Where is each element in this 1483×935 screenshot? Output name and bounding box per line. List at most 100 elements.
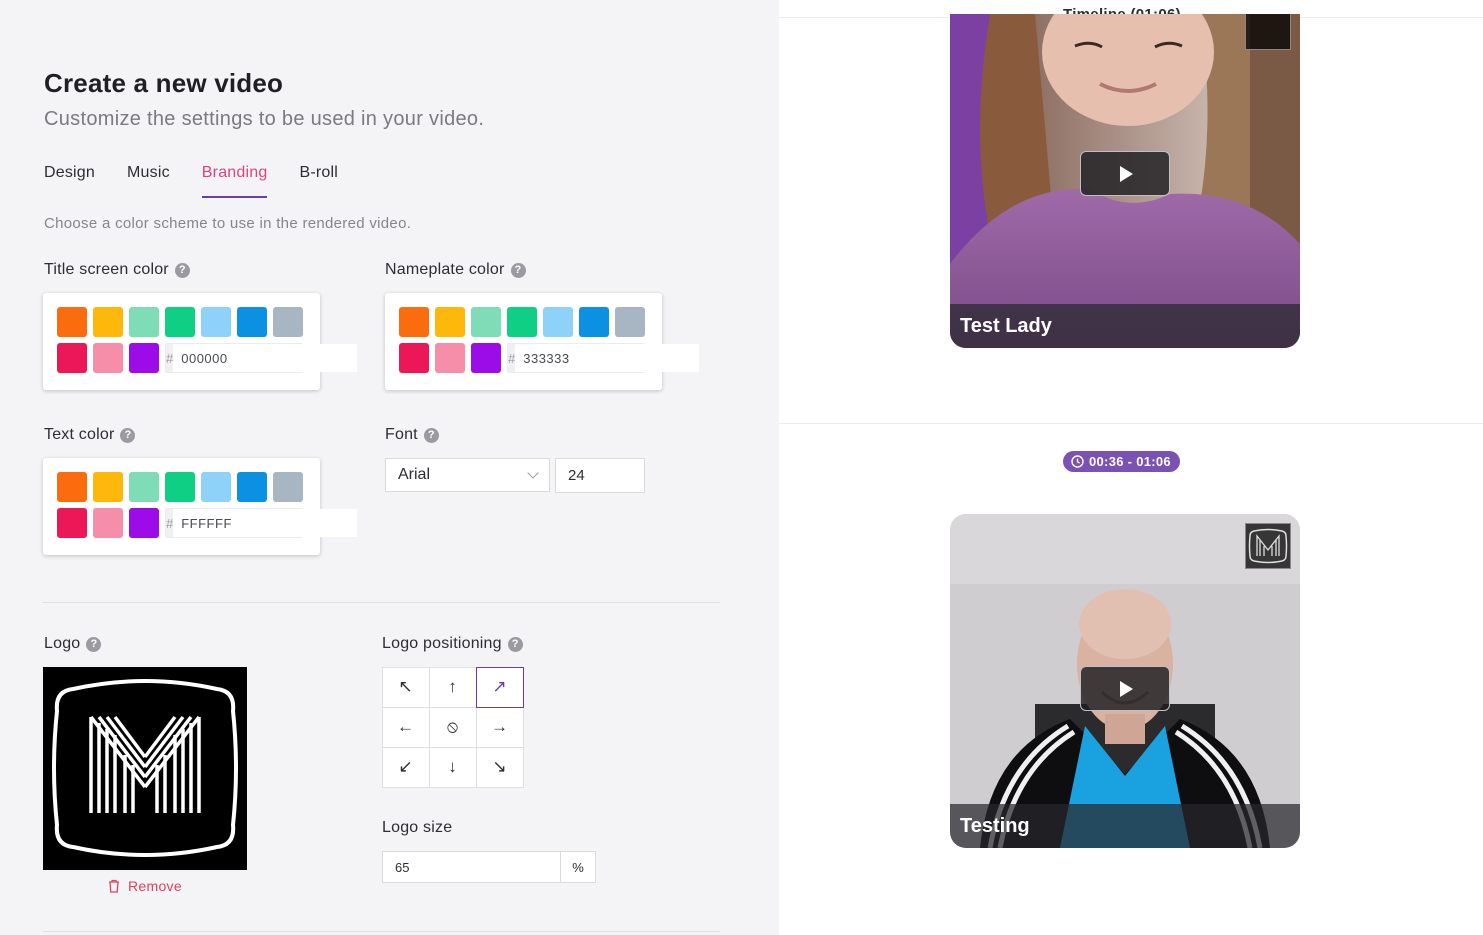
logo-positioning-label-text: Logo positioning <box>382 635 502 652</box>
color-swatch[interactable] <box>435 343 465 373</box>
help-icon[interactable]: ? <box>507 636 523 652</box>
position-top-right-button[interactable]: ↗ <box>475 666 524 708</box>
position-bottom-left-button[interactable]: ↙ <box>381 746 430 788</box>
clip-card[interactable]: Test Lady <box>950 14 1300 348</box>
clip-nameplate: Testing <box>950 804 1300 848</box>
title-screen-color-label-text: Title screen color <box>44 261 169 278</box>
page-subtitle: Customize the settings to be used in you… <box>44 108 485 130</box>
position-top-left-button[interactable]: ↖ <box>381 666 430 708</box>
color-swatch[interactable] <box>129 307 159 337</box>
color-swatch[interactable] <box>237 307 267 337</box>
section-divider <box>43 602 720 603</box>
tab-branding[interactable]: Branding <box>201 160 268 198</box>
hex-color-field: # <box>507 343 700 373</box>
logo-position-grid: ↖ ↑ ↗ ← ⦸ → ↙ ↓ ↘ <box>381 666 524 788</box>
color-swatch[interactable] <box>165 307 195 337</box>
swatch-row: # <box>57 343 358 373</box>
clock-icon <box>1071 455 1084 468</box>
font-family-select[interactable]: Arial <box>385 458 550 492</box>
hash-prefix: # <box>508 344 516 372</box>
tab-music[interactable]: Music <box>127 160 170 198</box>
color-swatch[interactable] <box>471 343 501 373</box>
tab-design[interactable]: Design <box>44 160 95 198</box>
color-swatch[interactable] <box>399 343 429 373</box>
hex-color-input[interactable] <box>173 344 358 372</box>
play-button[interactable] <box>1080 151 1170 196</box>
clip-card[interactable]: Testing <box>950 514 1300 848</box>
timeline-panel: Timeline (01:06) <box>779 0 1483 935</box>
text-color-picker: # <box>43 458 358 555</box>
color-swatch[interactable] <box>129 472 159 502</box>
color-swatch[interactable] <box>273 307 303 337</box>
color-swatch[interactable] <box>129 508 159 538</box>
nameplate-color-picker: # <box>385 293 700 390</box>
clip-nameplate: Test Lady <box>950 304 1300 348</box>
color-swatch[interactable] <box>93 472 123 502</box>
position-right-button[interactable]: → <box>475 706 524 748</box>
position-top-button[interactable]: ↑ <box>428 666 477 708</box>
settings-panel: Create a new video Customize the setting… <box>0 0 779 935</box>
logo-label-text: Logo <box>44 635 81 652</box>
color-swatch[interactable] <box>93 343 123 373</box>
clip-time-range: 00:36 - 01:06 <box>1089 454 1171 469</box>
logo-watermark <box>1245 523 1291 569</box>
hash-prefix: # <box>166 509 174 537</box>
title-screen-color-label: Title screen color ? <box>44 261 190 279</box>
font-label-text: Font <box>385 426 418 443</box>
color-swatch[interactable] <box>57 343 87 373</box>
color-swatch[interactable] <box>57 472 87 502</box>
color-swatch[interactable] <box>579 307 609 337</box>
remove-logo-button[interactable]: Remove <box>108 878 182 894</box>
swatch-row <box>57 472 306 502</box>
section-divider <box>43 931 720 932</box>
color-swatch[interactable] <box>129 343 159 373</box>
text-color-label: Text color ? <box>44 426 136 444</box>
help-icon[interactable]: ? <box>510 262 526 278</box>
text-color-label-text: Text color <box>44 426 115 443</box>
color-swatch[interactable] <box>435 307 465 337</box>
color-swatch[interactable] <box>201 472 231 502</box>
logo-size-label: Logo size <box>382 819 452 837</box>
color-swatch[interactable] <box>93 307 123 337</box>
help-icon[interactable]: ? <box>423 427 439 443</box>
position-left-button[interactable]: ← <box>381 706 430 748</box>
position-bottom-right-button[interactable]: ↘ <box>475 746 524 788</box>
remove-logo-label: Remove <box>128 878 182 894</box>
play-button[interactable] <box>1080 666 1170 711</box>
color-swatch[interactable] <box>543 307 573 337</box>
color-swatch[interactable] <box>507 307 537 337</box>
help-icon[interactable]: ? <box>86 636 102 652</box>
color-swatch[interactable] <box>201 307 231 337</box>
hex-color-input[interactable] <box>515 344 700 372</box>
hex-color-field: # <box>165 343 358 373</box>
color-swatch[interactable] <box>165 472 195 502</box>
hash-prefix: # <box>166 344 174 372</box>
position-bottom-button[interactable]: ↓ <box>428 746 477 788</box>
title-screen-color-picker: # <box>43 293 358 390</box>
color-swatch[interactable] <box>237 472 267 502</box>
nameplate-color-label-text: Nameplate color <box>385 261 505 278</box>
logo-size-input[interactable] <box>382 851 561 883</box>
color-swatch[interactable] <box>57 508 87 538</box>
help-icon[interactable]: ? <box>120 427 136 443</box>
brand-logo-icon <box>1248 528 1288 564</box>
nameplate-color-label: Nameplate color ? <box>385 261 526 279</box>
tab-b-roll[interactable]: B-roll <box>299 160 338 198</box>
color-swatch[interactable] <box>273 472 303 502</box>
page-title: Create a new video <box>44 68 284 98</box>
font-size-input[interactable] <box>555 458 645 493</box>
color-swatch[interactable] <box>57 307 87 337</box>
settings-tabs: Design Music Branding B-roll <box>44 160 370 198</box>
hex-color-input[interactable] <box>173 509 358 537</box>
swatch-row: # <box>57 508 358 538</box>
help-icon[interactable]: ? <box>174 262 190 278</box>
logo-preview[interactable] <box>43 667 247 870</box>
color-swatch[interactable] <box>399 307 429 337</box>
brand-logo-icon <box>52 679 238 857</box>
clip-time-badge: 00:36 - 01:06 <box>1063 451 1180 472</box>
color-swatch[interactable] <box>93 508 123 538</box>
position-none-button[interactable]: ⦸ <box>428 706 477 748</box>
color-swatch[interactable] <box>615 307 645 337</box>
logo-size-field: % <box>382 851 596 883</box>
color-swatch[interactable] <box>471 307 501 337</box>
